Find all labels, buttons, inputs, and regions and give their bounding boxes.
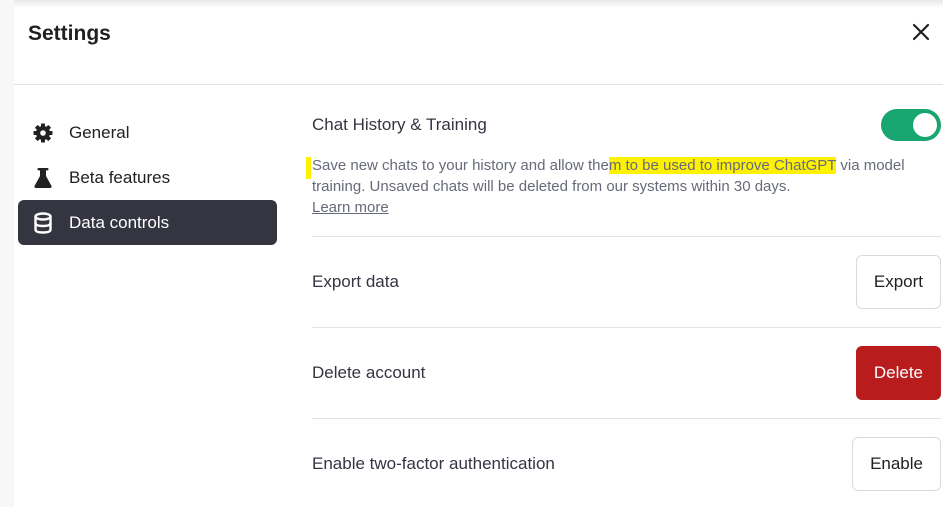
chat-history-section: Chat History & Training Save new chats t… xyxy=(306,100,941,237)
sidebar-item-general[interactable]: General xyxy=(18,110,277,155)
delete-account-row: Delete account Delete xyxy=(312,328,941,419)
delete-account-label: Delete account xyxy=(312,363,426,382)
chat-history-toggle[interactable] xyxy=(881,109,941,141)
sidebar-item-label: Beta features xyxy=(69,167,171,187)
close-button[interactable] xyxy=(907,18,935,46)
sidebar-item-label: Data controls xyxy=(69,212,170,232)
two-factor-label: Enable two-factor authentication xyxy=(312,454,555,473)
gear-icon xyxy=(32,122,54,144)
flask-icon xyxy=(32,167,54,189)
database-icon xyxy=(32,211,54,234)
learn-more-link[interactable]: Learn more xyxy=(312,199,389,216)
export-data-row: Export data Export xyxy=(312,237,941,328)
sidebar-item-beta-features[interactable]: Beta features xyxy=(18,155,277,200)
dialog-header: Settings xyxy=(14,0,943,85)
highlight-mark xyxy=(306,157,311,179)
enable-button[interactable]: Enable xyxy=(852,437,941,491)
data-controls-panel: Chat History & Training Save new chats t… xyxy=(306,100,941,509)
chat-history-description: Save new chats to your history and allow… xyxy=(306,155,937,218)
close-icon xyxy=(912,23,930,41)
two-factor-row: Enable two-factor authentication Enable xyxy=(312,419,941,509)
dialog-title: Settings xyxy=(28,22,111,45)
description-text: Save new chats to your history and allow… xyxy=(312,157,609,174)
export-button[interactable]: Export xyxy=(855,255,941,309)
left-edge xyxy=(0,0,14,507)
sidebar-item-label: General xyxy=(69,122,130,142)
chat-history-title: Chat History & Training xyxy=(312,115,487,134)
toggle-knob xyxy=(913,113,937,137)
export-data-label: Export data xyxy=(312,272,399,291)
highlighted-text: m to be used to improve ChatGPT xyxy=(608,157,837,174)
delete-button[interactable]: Delete xyxy=(855,346,941,400)
sidebar-item-data-controls[interactable]: Data controls xyxy=(18,200,277,245)
settings-sidebar: General Beta features Data controls xyxy=(18,110,277,245)
settings-dialog: Settings General Beta features Data cont… xyxy=(0,0,943,507)
